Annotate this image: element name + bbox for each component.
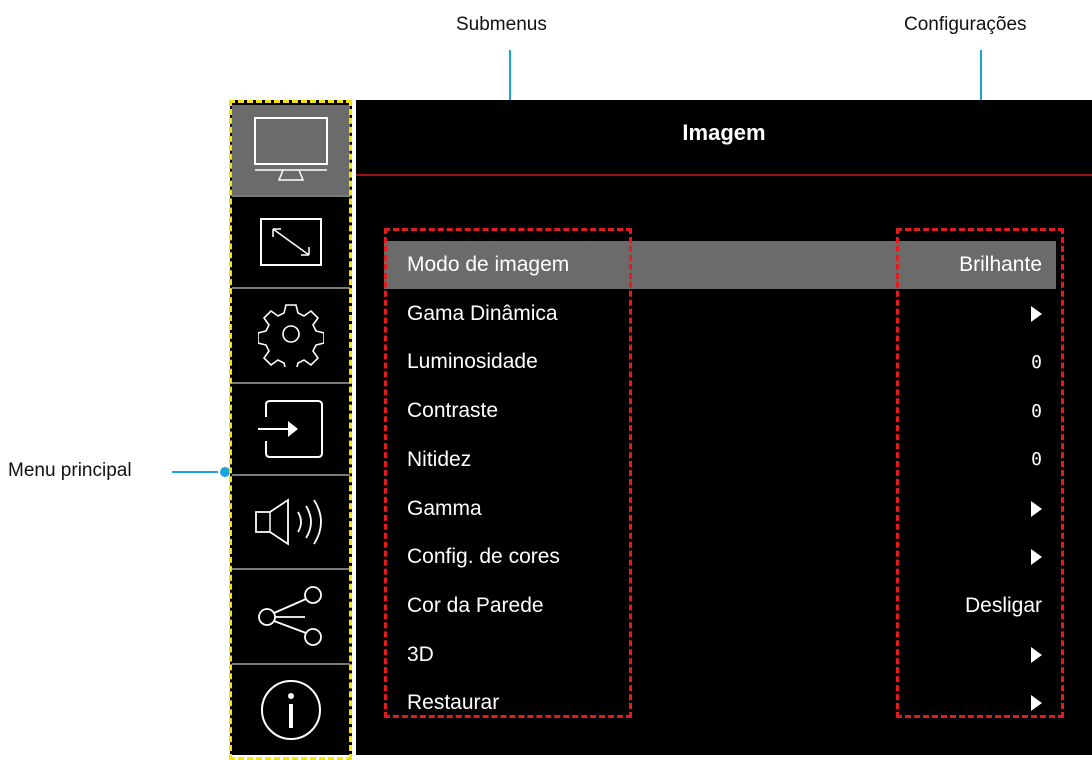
menu-row-label: Restaurar — [407, 691, 500, 715]
submenu-arrow-icon — [1031, 500, 1042, 517]
menu-row[interactable]: Restaurar — [384, 679, 1056, 727]
info-icon — [261, 680, 321, 740]
menu-row-value: Brilhante — [959, 253, 1042, 276]
menu-item-info[interactable] — [232, 665, 350, 755]
menu-item-network[interactable] — [232, 570, 350, 662]
menu-item-display[interactable] — [232, 197, 350, 287]
menu-row-label: Cor da Parede — [407, 593, 544, 617]
menu-row-label: Config. de cores — [407, 545, 560, 569]
menu-item-input[interactable] — [232, 384, 350, 474]
menu-row-label: Gama Dinâmica — [407, 301, 558, 325]
resize-icon — [260, 218, 322, 266]
main-menu-callout-label: Menu principal — [8, 460, 132, 481]
submenu-arrow-icon — [1031, 549, 1042, 566]
menu-row[interactable]: Gama Dinâmica — [384, 290, 1056, 338]
menu-row-label: Contraste — [407, 399, 499, 423]
gear-icon — [258, 304, 324, 367]
menu-row[interactable]: Modo de imagem Brilhante — [384, 241, 1056, 289]
submenu-arrow-icon — [1031, 305, 1042, 322]
page-title: Imagem — [682, 120, 766, 145]
monitor-icon — [254, 117, 328, 181]
main-menu-sidebar — [230, 100, 352, 755]
menu-row[interactable]: Contraste 0 — [384, 387, 1056, 435]
menu-row-value: 0 — [1031, 351, 1042, 373]
submenu-arrow-icon — [1031, 646, 1042, 663]
share-icon — [258, 586, 322, 646]
input-icon — [258, 400, 323, 458]
submenu-arrow-icon — [1031, 695, 1042, 712]
speaker-icon — [255, 498, 322, 546]
menu-row[interactable]: Luminosidade 0 — [384, 338, 1056, 386]
menu-item-setup[interactable] — [232, 289, 350, 379]
title-divider — [356, 174, 1092, 176]
menu-row[interactable]: Cor da Parede Desligar — [384, 582, 1056, 630]
main-menu-callout-line — [172, 471, 224, 473]
menu-row-label: 3D — [407, 642, 434, 666]
settings-callout-label: Configurações — [904, 14, 1027, 35]
menu-row[interactable]: Gamma — [384, 485, 1056, 533]
menu-row-value: 0 — [1031, 400, 1042, 422]
menu-row-label: Luminosidade — [407, 350, 538, 374]
menu-row[interactable]: Nitidez 0 — [384, 436, 1056, 484]
menu-item-audio[interactable] — [232, 476, 350, 568]
submenus-callout-label: Submenus — [456, 14, 547, 35]
menu-item-image[interactable] — [232, 105, 350, 195]
menu-row-label: Modo de imagem — [407, 253, 570, 276]
menu-row-value: 0 — [1031, 449, 1042, 471]
menu-row-label: Nitidez — [407, 447, 472, 471]
menu-row-label: Gamma — [407, 496, 482, 520]
menu-row-value: Desligar — [964, 593, 1042, 617]
menu-row[interactable]: Config. de cores — [384, 533, 1056, 581]
menu-row[interactable]: 3D — [384, 631, 1056, 679]
